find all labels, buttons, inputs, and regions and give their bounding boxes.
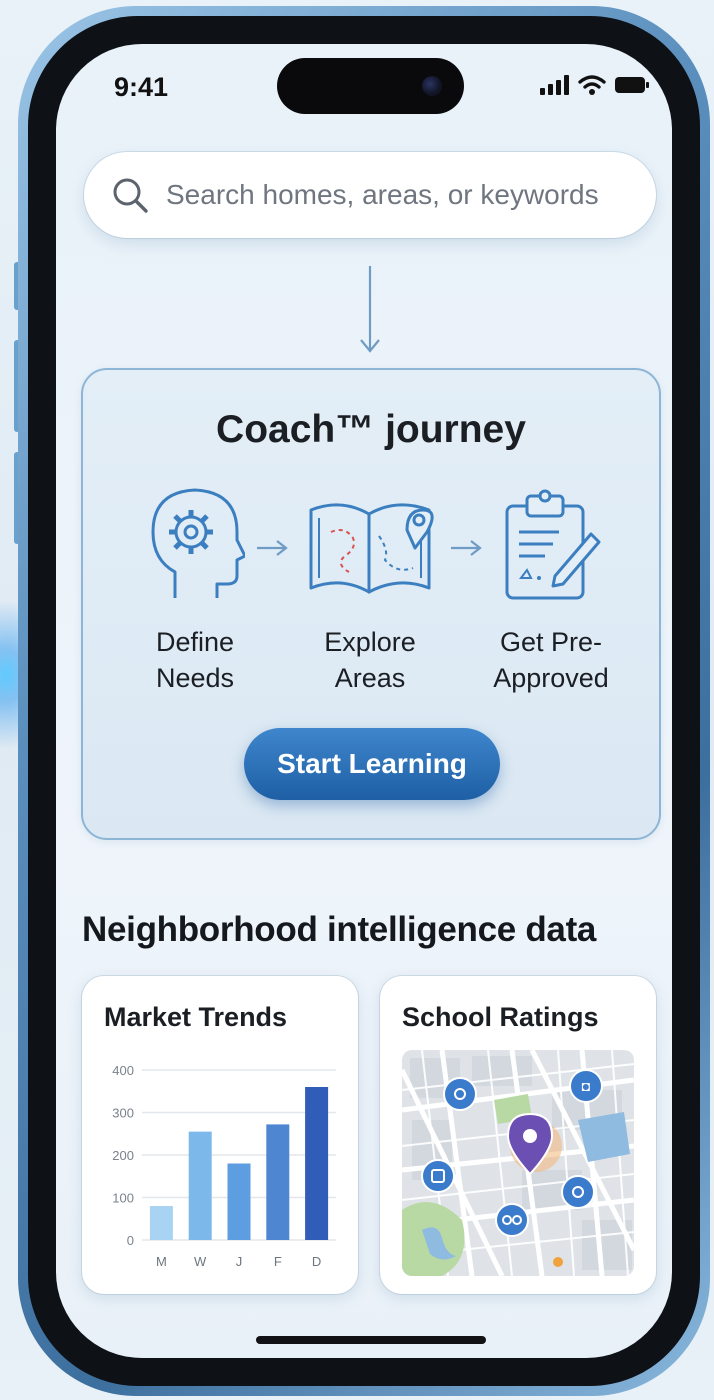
coach-title: Coach™ journey [216,408,526,451]
step-define-needs[interactable]: Define Needs [145,480,247,693]
x-tick-label: M [156,1254,167,1269]
home-indicator[interactable] [256,1336,486,1344]
y-tick-label: 100 [112,1191,134,1206]
phone-screen: 9:41 Coach™ journey [56,44,672,1358]
section-title: Neighborhood intelligence data [82,910,597,949]
head-gear-icon [151,488,247,598]
y-tick-label: 0 [127,1233,134,1248]
right-arrow-icon [451,540,482,556]
x-tick-label: F [274,1254,282,1269]
status-time: 9:41 [114,72,169,102]
x-tick-label: J [236,1254,243,1269]
right-arrow-icon [257,540,288,556]
school-pin-icon [495,1203,529,1237]
market-trends-chart: 400 300 200 100 0 M W J F D [112,1063,336,1269]
wifi-icon [578,75,606,95]
map-book-icon [309,503,434,594]
y-tick-label: 200 [112,1148,134,1163]
school-pin-icon [421,1159,455,1193]
school-ratings-title: School Ratings [402,1002,599,1032]
search-bar[interactable] [84,152,656,238]
battery-icon [615,77,649,93]
step-explore-areas[interactable]: Explore Areas [305,480,435,693]
school-pin-icon: ◘ [569,1069,603,1103]
bar[interactable] [305,1087,329,1240]
search-icon [113,178,148,213]
school-pin-icon [561,1175,595,1209]
search-input[interactable] [164,178,638,212]
step-get-pre-approved[interactable]: Get Pre- Approved [493,480,609,693]
y-tick-label: 300 [112,1106,134,1121]
signal-icon [540,75,569,95]
school-ratings-card[interactable]: School Ratings ◘ [380,976,656,1294]
status-icons [540,74,650,96]
clipboard-pen-icon [505,489,601,600]
step-label: Get Pre- Approved [493,627,609,693]
svg-text:◘: ◘ [582,1078,590,1094]
x-tick-label: W [194,1254,207,1269]
bar[interactable] [227,1163,251,1241]
dynamic-island [277,58,464,114]
bar[interactable] [149,1206,173,1240]
school-map[interactable]: ◘ [402,1050,634,1276]
coach-journey-card: Coach™ journey Define Needs Explore Area… [81,368,661,840]
y-tick-label: 400 [112,1063,134,1078]
x-tick-label: D [312,1254,321,1269]
market-trends-card[interactable]: Market Trends 400 300 200 100 0 M W J F D [82,976,358,1294]
down-arrow-icon [360,266,380,353]
school-pin-icon [443,1077,477,1111]
start-learning-button[interactable]: Start Learning [244,728,500,800]
camera-icon [422,76,442,96]
bar[interactable] [266,1124,290,1240]
bar[interactable] [188,1131,212,1240]
